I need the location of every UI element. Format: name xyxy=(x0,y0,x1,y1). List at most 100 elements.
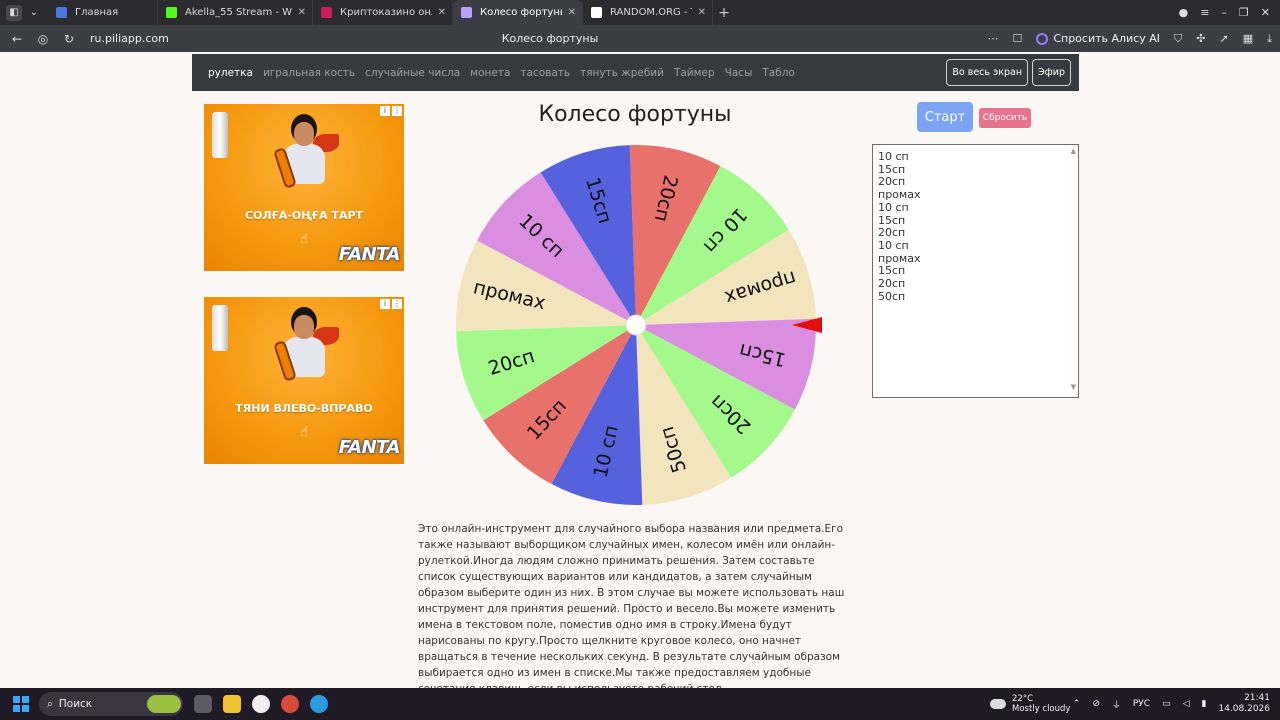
battery-icon[interactable]: ▮ xyxy=(1202,699,1207,709)
item-line: 10 сп xyxy=(878,238,909,252)
app-icon[interactable] xyxy=(281,695,299,713)
more-icon[interactable]: ⋯ xyxy=(987,32,998,45)
mic-icon[interactable]: ⏚ xyxy=(1112,698,1121,711)
profile-icon[interactable]: ● xyxy=(1179,6,1189,19)
scroll-up-icon[interactable]: ▲ xyxy=(1071,147,1076,155)
ad-choices-icon[interactable]: i xyxy=(380,299,390,309)
nav-link[interactable]: Таймер xyxy=(674,67,715,79)
fullscreen-button[interactable]: Во весь экран xyxy=(946,59,1029,86)
weather-widget[interactable]: 22°C Mostly cloudy xyxy=(990,688,1070,720)
chevron-down-icon[interactable]: ⌄ xyxy=(26,5,42,21)
alice-icon xyxy=(1036,32,1049,45)
nav-link[interactable]: игральная кость xyxy=(263,67,355,79)
weather-text: Mostly cloudy xyxy=(1012,704,1071,714)
description-text: Это онлайн-инструмент для случайного выб… xyxy=(418,523,845,695)
collections-icon[interactable]: ▦ xyxy=(1243,32,1253,45)
tab-favicon xyxy=(321,7,332,18)
close-window-icon[interactable]: ✕ xyxy=(1261,6,1270,19)
items-textarea[interactable]: 10 сп 15сп 20сп промах 10 сп 15сп 20сп 10 сп про… xyxy=(872,144,1079,398)
telegram-icon[interactable] xyxy=(310,695,328,713)
nav-link[interactable]: случайные числа xyxy=(365,67,460,79)
system-tray: ⌃ ⊘ ⏚ РУС ▭ ◁ ▮ 21:41 14.08.2026 xyxy=(1073,688,1270,720)
reload-icon[interactable]: ↻ xyxy=(60,32,78,46)
tab-3[interactable]: Колесо фортуны ✕ xyxy=(453,0,583,25)
can-image xyxy=(212,112,228,158)
close-tab-icon[interactable]: ✕ xyxy=(568,7,576,18)
chevron-up-icon[interactable]: ⌃ xyxy=(1073,699,1081,709)
close-tab-icon[interactable]: ✕ xyxy=(698,7,706,18)
volume-icon[interactable]: ◁ xyxy=(1183,699,1190,709)
new-tab-icon[interactable]: + xyxy=(713,5,735,21)
download-icon[interactable]: ⤓ xyxy=(1267,32,1272,46)
tab-1[interactable]: Akella_55 Stream - Watch ✕ xyxy=(158,0,313,25)
bookmark-icon[interactable]: ☐ xyxy=(1012,32,1022,45)
reset-button[interactable]: Сбросить xyxy=(979,108,1031,128)
window-controls: ● ≡ – ❐ ✕ xyxy=(1179,0,1280,25)
tab-title: Колесо фортуны xyxy=(480,7,562,18)
back-icon[interactable]: ← xyxy=(8,32,26,46)
clock[interactable]: 21:41 14.08.2026 xyxy=(1218,693,1270,715)
ad-person-image xyxy=(273,307,339,387)
ad-tagline: СОЛҒА-ОҢҒА ТАРТ xyxy=(244,209,364,222)
windows-start-icon[interactable] xyxy=(13,696,29,712)
nav-link[interactable]: Табло xyxy=(762,67,794,79)
language-indicator[interactable]: РУС xyxy=(1133,699,1150,709)
tab-4[interactable]: RANDOM.ORG - True Ran ✕ xyxy=(583,0,713,25)
taskbar-search[interactable]: ⌕ Поиск xyxy=(39,692,183,716)
ask-alice-button[interactable]: Спросить Алису AI xyxy=(1036,32,1160,45)
ad-banner[interactable]: i ⋮ ТЯНИ ВЛЕВО-ВПРАВО ☝ FANTA xyxy=(204,297,404,464)
close-tab-icon[interactable]: ✕ xyxy=(438,7,446,18)
nav-link[interactable]: Часы xyxy=(725,67,753,79)
page-heading: Колесо фортуны xyxy=(538,102,732,127)
taskbar: ⌕ Поиск 22°C Mostly cloudy ⌃ ⊘ ⏚ РУС ▭ ◁ … xyxy=(0,688,1280,720)
nav-link[interactable]: тянуть жребий xyxy=(580,67,664,79)
ad-banner[interactable]: i ⋮ СОЛҒА-ОҢҒА ТАРТ ☝ FANTA xyxy=(204,104,404,271)
cursor-icon[interactable]: ➚ xyxy=(1220,32,1229,45)
items-lines: 10 сп 15сп 20сп промах 10 сп 15сп 20сп 10 сп про… xyxy=(878,150,1078,303)
nav-link[interactable]: монета xyxy=(470,67,510,79)
nav-buttons: Во весь экран Эфир xyxy=(946,59,1071,86)
wheel-svg[interactable]: 20сп10 сппромах15сп20сп50сп10 сп15сп20сп… xyxy=(454,143,822,507)
url-text[interactable]: ru.piliapp.com xyxy=(90,32,169,45)
restore-icon[interactable]: ❐ xyxy=(1239,6,1249,19)
tab-0[interactable]: Главная xyxy=(48,0,158,25)
cloud-icon xyxy=(990,699,1006,709)
network-off-icon[interactable]: ⊘ xyxy=(1092,699,1100,709)
hand-pointer-icon: ☝ xyxy=(300,232,308,247)
menu-icon[interactable]: ≡ xyxy=(1200,6,1209,19)
shield-icon[interactable]: ◎ xyxy=(34,32,52,46)
file-explorer-icon[interactable] xyxy=(223,695,241,713)
minimize-icon[interactable]: – xyxy=(1221,6,1227,19)
tab-favicon xyxy=(591,7,602,18)
ad-choices-icon[interactable]: i xyxy=(380,106,390,116)
search-label: Поиск xyxy=(58,698,93,710)
search-highlight-image xyxy=(147,695,181,713)
display-icon[interactable]: ▭ xyxy=(1162,699,1171,709)
fortune-wheel[interactable]: 20сп 10 сп промах 15сп 20сп 50сп 10 сп 15сп 20сп… xyxy=(454,143,822,507)
scroll-down-icon[interactable]: ▼ xyxy=(1071,383,1076,391)
item-line: 15сп xyxy=(878,264,906,278)
tab-favicon xyxy=(166,7,177,18)
browser-menu-icon[interactable]: ◧ xyxy=(6,4,22,21)
item-line: 20сп xyxy=(878,277,906,291)
task-view-icon[interactable] xyxy=(194,695,212,713)
nav-link[interactable]: рулетка xyxy=(208,67,253,79)
tab-title: Криптоказино онлайн VA xyxy=(340,7,432,18)
nav-links: рулетка игральная кость случайные числа мон… xyxy=(208,67,805,79)
tab-2[interactable]: Криптоказино онлайн VA ✕ xyxy=(313,0,453,25)
item-line: 15сп xyxy=(878,213,906,227)
ad-info[interactable]: i ⋮ xyxy=(380,106,402,116)
ad-info[interactable]: i ⋮ xyxy=(380,299,402,309)
start-button[interactable]: Старт xyxy=(917,102,973,132)
protect-icon[interactable]: ⛉ xyxy=(1174,32,1182,46)
ad-menu-icon[interactable]: ⋮ xyxy=(392,299,402,309)
broadcast-button[interactable]: Эфир xyxy=(1032,59,1071,86)
item-line: 10 сп xyxy=(878,150,909,163)
extensions-icon[interactable]: ✣ xyxy=(1196,32,1205,45)
nav-link[interactable]: тасовать xyxy=(520,67,570,79)
item-line: 50сп xyxy=(878,289,906,303)
ad-menu-icon[interactable]: ⋮ xyxy=(392,106,402,116)
close-tab-icon[interactable]: ✕ xyxy=(298,7,306,18)
hand-pointer-icon: ☝ xyxy=(300,425,308,440)
yandex-browser-icon[interactable] xyxy=(252,695,270,713)
